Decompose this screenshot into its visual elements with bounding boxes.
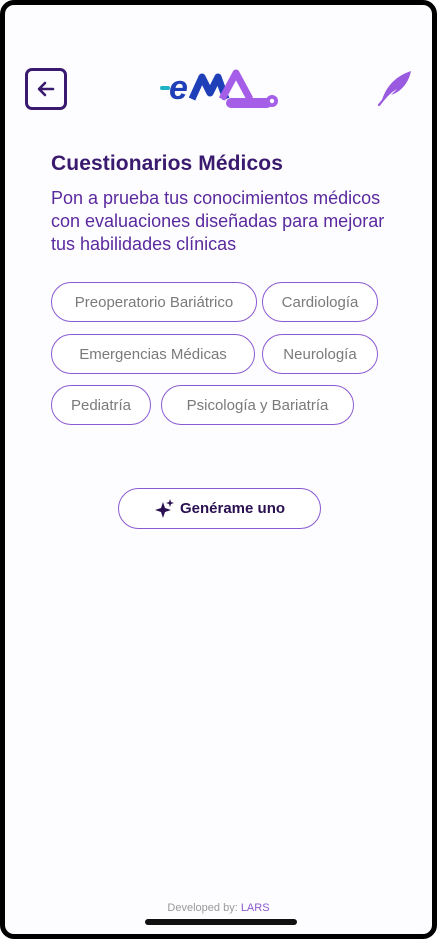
feather-icon[interactable] [375, 67, 415, 107]
footer-brand-link[interactable]: LARS [241, 902, 270, 914]
chip-psicologia-bariatria[interactable]: Psicología y Bariatría [161, 385, 354, 425]
chip-pediatria[interactable]: Pediatría [51, 385, 151, 425]
chip-neurologia[interactable]: Neurología [262, 334, 378, 374]
generate-label: Genérame uno [179, 500, 286, 517]
chip-emergencias-medicas[interactable]: Emergencias Médicas [51, 334, 255, 374]
footer: Developed by: LARS [5, 902, 432, 914]
arrow-left-icon [37, 81, 55, 97]
generate-button[interactable]: Genérame uno [118, 488, 321, 529]
home-indicator[interactable] [145, 919, 297, 925]
chip-cardiologia[interactable]: Cardiología [262, 282, 378, 322]
sparkles-icon [154, 498, 174, 518]
chip-preoperatorio-bariatrico[interactable]: Preoperatorio Bariátrico [51, 282, 257, 322]
back-button[interactable] [25, 68, 67, 110]
page-subtitle: Pon a prueba tus conocimientos médicos c… [51, 188, 385, 254]
svg-text:e: e [169, 69, 188, 107]
phone-screen: e Cuestionarios Médicos Pon a prueba tus… [0, 0, 437, 939]
footer-prefix: Developed by: [167, 902, 238, 914]
page-title: Cuestionarios Médicos [51, 152, 283, 175]
ema-logo: e [160, 69, 278, 108]
